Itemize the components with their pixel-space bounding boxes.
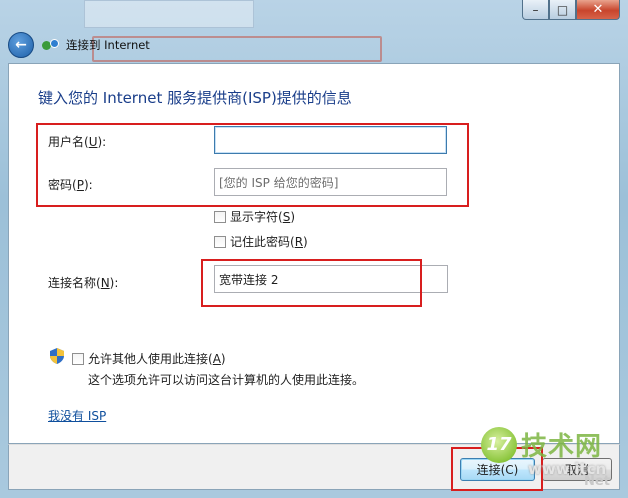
highlight-box-connection-name [201,259,422,307]
watermark-logo-icon: 17 [481,426,517,463]
remember-password-checkbox[interactable]: 记住此密码(R) [214,233,308,250]
close-button[interactable]: ✕ [576,0,620,20]
watermark-brand: 技术网 [521,432,603,462]
checkbox-box [214,235,226,248]
no-isp-link[interactable]: 我没有 ISP [48,407,106,424]
maximize-button[interactable]: □ [549,0,576,20]
allow-others-label: 允许其他人使用此连接(A) [88,352,226,366]
watermark-url-suffix: Net [584,474,610,489]
show-characters-label: 显示字符(S) [230,210,295,224]
allow-others-checkbox[interactable]: 允许其他人使用此连接(A) [72,350,226,367]
background-window-ghost [84,0,254,28]
caption-buttons: – □ ✕ [522,0,620,20]
show-characters-checkbox[interactable]: 显示字符(S) [214,208,295,225]
uac-shield-icon [50,348,64,364]
back-arrow-icon[interactable]: ← [8,32,34,58]
connection-name-label: 连接名称(N): [48,276,119,290]
highlight-box-credentials [36,123,469,207]
watermark: 17 技术网 [481,426,602,463]
page-heading: 键入您的 Internet 服务提供商(ISP)提供的信息 [38,89,352,107]
minimize-button[interactable]: – [522,0,549,20]
checkbox-box [72,352,84,365]
checkbox-box [214,210,226,223]
navigation-bar: ← 连接到 Internet [8,30,150,60]
remember-password-label: 记住此密码(R) [230,235,308,249]
window-title: 连接到 Internet [66,38,150,52]
allow-others-description: 这个选项允许可以访问这台计算机的人使用此连接。 [88,373,365,387]
network-connection-icon [42,38,60,52]
